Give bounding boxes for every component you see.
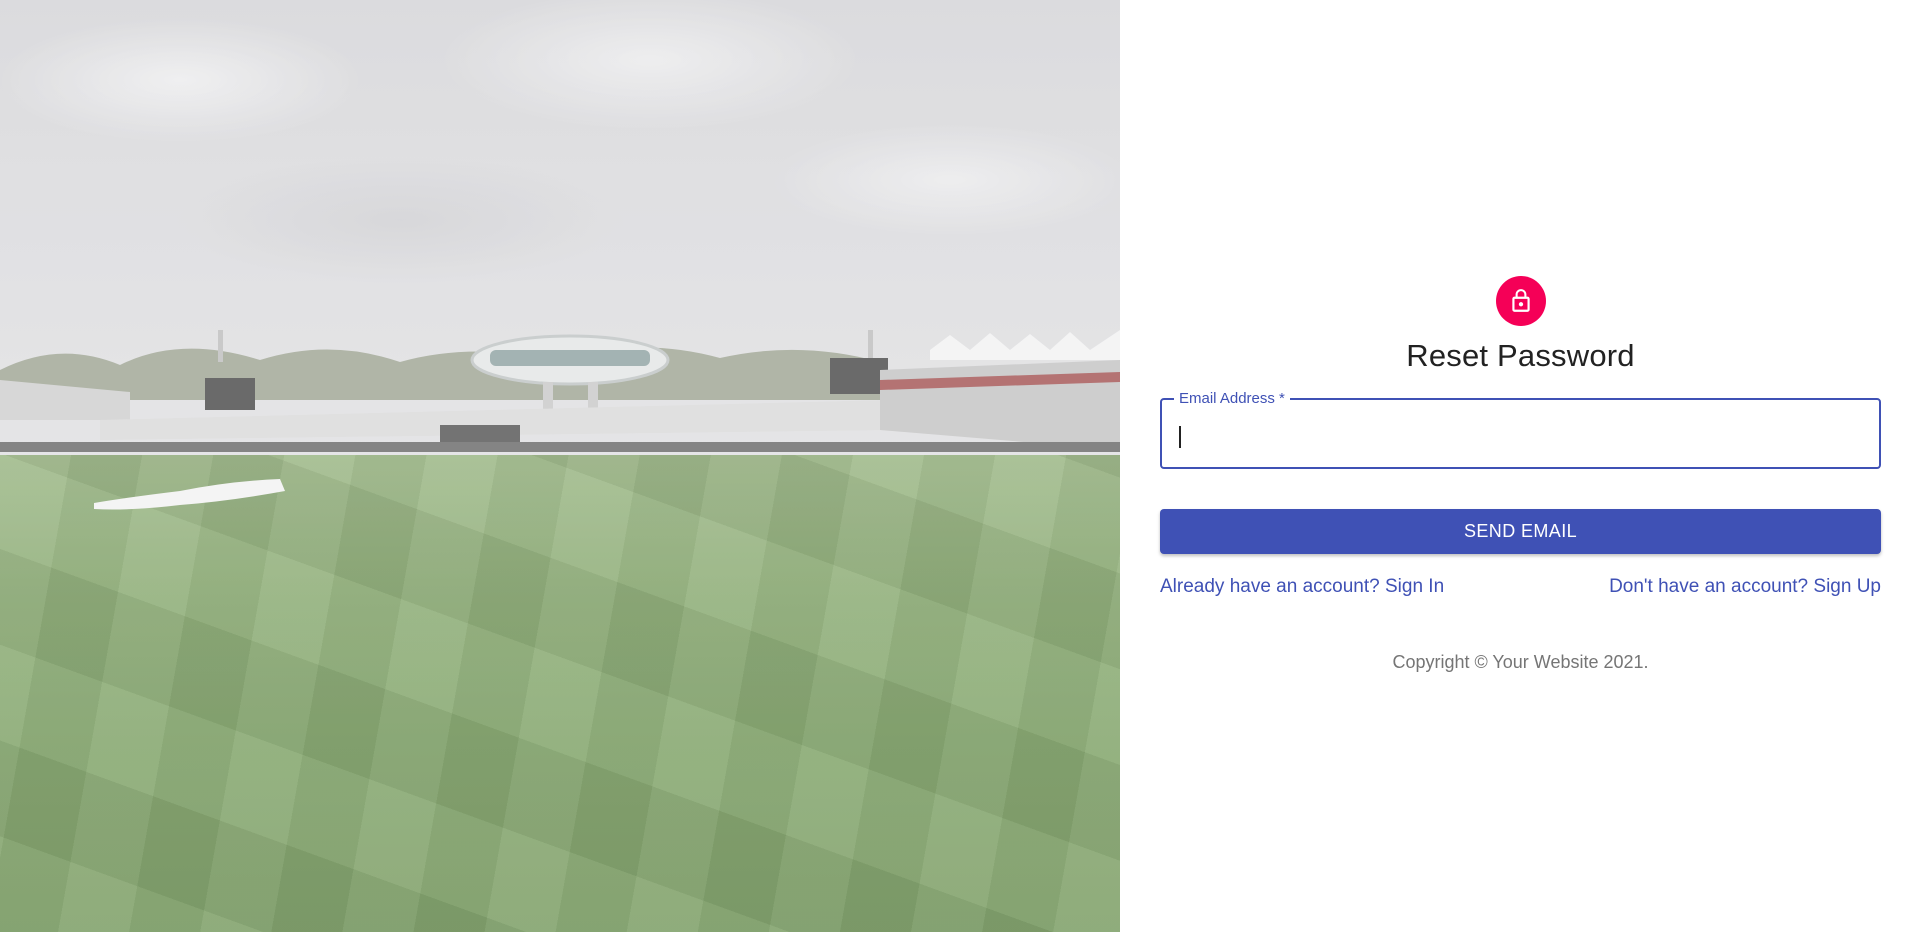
email-field-label: Email Address * [1174,390,1290,407]
lock-avatar [1495,276,1546,326]
form-panel: Reset Password Email Address * SEND EMAI… [1120,0,1920,932]
sign-up-link[interactable]: Don't have an account? Sign Up [1609,576,1881,598]
hero-overlay [0,0,1120,932]
sign-in-link[interactable]: Already have an account? Sign In [1160,576,1444,598]
email-field[interactable]: Email Address * [1160,390,1881,469]
lock-icon [1511,289,1530,312]
copyright-text: Copyright © Your Website 2021. [1392,652,1649,672]
reset-password-form: Reset Password Email Address * SEND EMAI… [1160,276,1881,673]
send-email-button[interactable]: SEND EMAIL [1160,509,1881,554]
stadium-hero-image [0,0,1120,932]
auth-links: Already have an account? Sign In Don't h… [1160,576,1881,598]
reset-password-page: Reset Password Email Address * SEND EMAI… [0,0,1920,932]
text-caret [1179,426,1181,448]
page-title: Reset Password [1406,338,1635,373]
pitch-cover [94,479,285,510]
email-input[interactable] [1162,400,1879,467]
